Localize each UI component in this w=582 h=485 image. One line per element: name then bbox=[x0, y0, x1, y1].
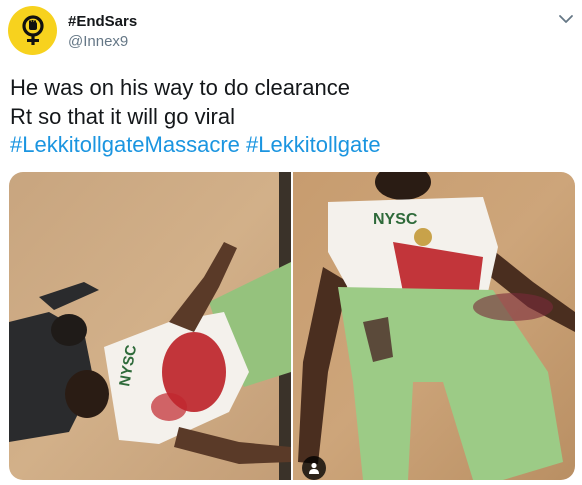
photo-right[interactable]: NYSC bbox=[293, 172, 575, 480]
display-name[interactable]: #EndSars bbox=[68, 13, 137, 30]
tweet-line: He was on his way to do clearance bbox=[10, 75, 350, 100]
tweet-line: Rt so that it will go viral bbox=[10, 103, 235, 129]
photo-image: NYSC bbox=[293, 172, 575, 480]
user-handle[interactable]: @Innex9 bbox=[68, 33, 128, 50]
avatar[interactable] bbox=[8, 6, 57, 55]
person-tag-icon[interactable] bbox=[302, 456, 326, 480]
hashtag-line: #LekkitollgateMassacre #Lekkitollgate bbox=[10, 131, 381, 160]
photo-image: NYSC bbox=[9, 172, 291, 480]
tweet-media: NYSC NYSC bbox=[9, 172, 575, 480]
shirt-text: NYSC bbox=[373, 211, 418, 228]
venus-raised-fist-icon bbox=[21, 14, 44, 45]
hashtag-link[interactable]: #Lekkitollgate bbox=[246, 132, 381, 157]
photo-left[interactable]: NYSC bbox=[9, 172, 291, 480]
tweet-text: He was on his way to do clearance Rt so … bbox=[10, 74, 381, 160]
chevron-down-icon[interactable] bbox=[557, 10, 575, 28]
hashtag-link[interactable]: #LekkitollgateMassacre bbox=[10, 132, 240, 157]
